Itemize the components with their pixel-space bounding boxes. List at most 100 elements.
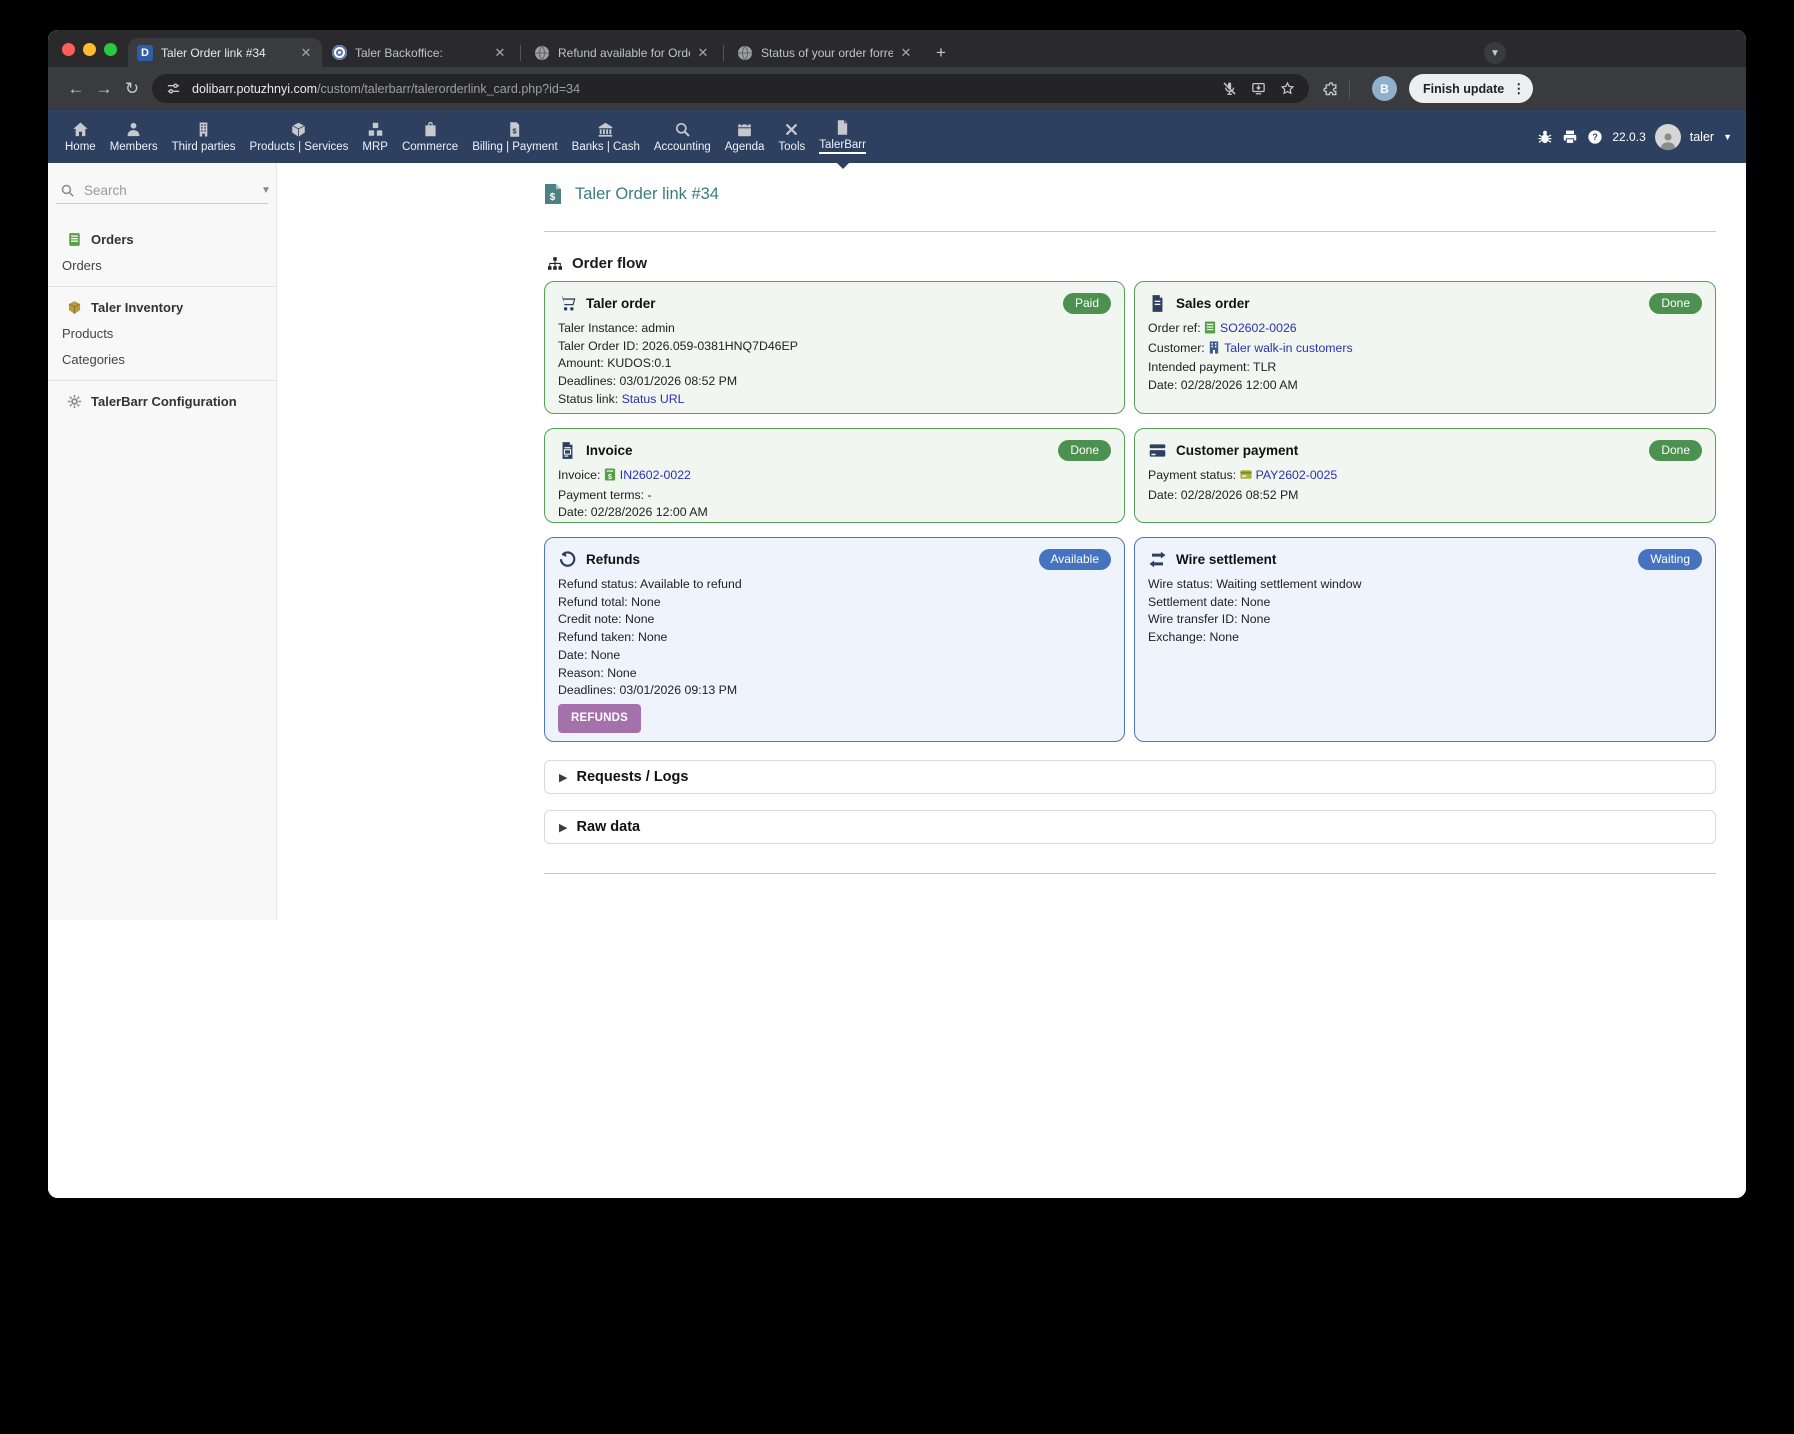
search-input[interactable] [84, 182, 261, 198]
nav-item-products-services[interactable]: Products | Services [243, 110, 356, 163]
nav-item-label: Commerce [401, 140, 459, 153]
card-title: Invoice [586, 442, 633, 458]
user-name-label[interactable]: taler [1690, 130, 1714, 144]
close-window-button[interactable] [62, 43, 75, 56]
site-info-icon[interactable] [166, 81, 181, 96]
svg-text:$: $ [550, 192, 556, 203]
bookmark-star-icon[interactable] [1280, 81, 1295, 96]
tab-separator [520, 44, 521, 61]
refunds-button[interactable]: REFUNDS [558, 703, 641, 733]
extensions-icon[interactable] [1323, 81, 1339, 97]
link-so2602-0026[interactable]: SO2602-0026 [1220, 321, 1297, 335]
main-content: $ Taler Order link #34 Order flow Taler … [277, 163, 1746, 1198]
tab-strip: D Taler Order link #34 ✕ Taler Backoffice: ✕… [48, 30, 1746, 67]
tab-status-of-your-order-forrefund[interactable]: Status of your order forrefund ✕ [728, 38, 922, 67]
print-icon[interactable] [1562, 129, 1578, 145]
card-taler-order: Taler order Paid Taler Instance: admin Tale… [544, 281, 1125, 414]
link-pay2602-0025[interactable]: PAY2602-0025 [1256, 468, 1338, 482]
forward-button[interactable]: → [90, 79, 118, 99]
sidebar-item-orders[interactable]: Orders [48, 253, 276, 279]
tab-separator [723, 44, 724, 61]
card-header: Taler order Paid [558, 292, 1111, 314]
nav-item-label: TalerBarr [819, 139, 866, 154]
nav-item-home[interactable]: Home [58, 110, 103, 163]
nav-item-third-parties[interactable]: Third parties [165, 110, 243, 163]
tab-refund-available-for-order-to[interactable]: Refund available for Order to ✕ [525, 38, 719, 67]
sidebar-item-categories[interactable]: Categories [48, 347, 276, 373]
billing-icon: $ [506, 121, 523, 138]
tab-close-icon[interactable]: ✕ [493, 45, 507, 61]
zoom-window-button[interactable] [104, 43, 117, 56]
tab-close-icon[interactable]: ✕ [696, 45, 710, 61]
nav-item-label: Home [65, 140, 96, 153]
minimize-window-button[interactable] [83, 43, 96, 56]
card-line: Status link: Status URL [558, 391, 685, 406]
install-app-icon[interactable] [1251, 81, 1266, 96]
expand-caret-icon: ▶ [559, 821, 568, 834]
nav-item-talerbarr[interactable]: TalerBarr [812, 110, 873, 169]
panel-requests-logs[interactable]: ▶ Requests / Logs [544, 760, 1716, 794]
accounting-icon [674, 121, 691, 138]
user-menu-caret-icon[interactable]: ▼ [1723, 132, 1732, 142]
panel-raw-data[interactable]: ▶ Raw data [544, 810, 1716, 844]
finish-update-button[interactable]: Finish update ⋮ [1409, 74, 1534, 103]
new-tab-button[interactable]: + [928, 40, 954, 66]
nav-item-billing-payment[interactable]: $ Billing | Payment [465, 110, 564, 163]
card-line: Wire transfer ID: None [1148, 612, 1271, 627]
card-lines: Taler Instance: admin Taler Order ID: 202… [558, 320, 1111, 409]
user-avatar[interactable] [1654, 123, 1681, 150]
link-status-url[interactable]: Status URL [622, 392, 685, 406]
browser-toolbar: ← → ↻ dolibarr.potuzhnyi.com/custom/tale… [48, 67, 1746, 110]
card-wire-settlement: Wire settlement Waiting Wire status: Waiti… [1134, 537, 1716, 742]
nav-item-label: MRP [362, 140, 388, 153]
card-sales-order: Sales order Done Order ref: SO2602-0026 Cus… [1134, 281, 1716, 414]
nav-item-banks-cash[interactable]: Banks | Cash [565, 110, 647, 163]
nav-item-commerce[interactable]: Commerce [395, 110, 465, 163]
desktop-background: { "colors": { "navy": "#2d4060", "teal":… [0, 0, 1794, 1434]
card-line: Date: 02/28/2026 08:52 PM [1148, 487, 1299, 502]
card-title: Wire settlement [1176, 551, 1277, 567]
browser-menu-icon[interactable]: ⋮ [1512, 81, 1525, 97]
link-taler-walk-in-customers[interactable]: Taler walk-in customers [1224, 341, 1352, 355]
tab-close-icon[interactable]: ✕ [899, 45, 913, 61]
sidebar-item-products[interactable]: Products [48, 321, 276, 347]
help-icon[interactable]: ? [1587, 129, 1603, 145]
sidebar-section-talerbarr-configuration[interactable]: TalerBarr Configuration [48, 387, 276, 415]
back-button[interactable]: ← [62, 79, 90, 99]
sidebar-section-orders[interactable]: Orders [48, 225, 276, 253]
card-line: Date: 02/28/2026 12:00 AM [1148, 378, 1298, 393]
order-flow-cards: Taler order Paid Taler Instance: admin Tale… [544, 281, 1716, 742]
agenda-icon [736, 121, 753, 138]
card-title: Taler order [586, 295, 656, 311]
window-controls [62, 43, 117, 56]
url-path: /custom/talerbarr/talerorderlink_card.ph… [317, 81, 581, 96]
bug-icon[interactable] [1537, 129, 1553, 145]
status-badge-waiting: Waiting [1638, 548, 1702, 570]
sidebar-search[interactable]: ▼ [56, 177, 271, 204]
browser-profile-avatar[interactable]: B [1372, 76, 1397, 101]
search-caret-icon[interactable]: ▼ [261, 185, 271, 196]
tab-search-button[interactable]: ▼ [1484, 42, 1506, 64]
card-title: Sales order [1176, 295, 1250, 311]
sidebar-section-taler-inventory[interactable]: Taler Inventory [48, 293, 276, 321]
tab-close-icon[interactable]: ✕ [299, 45, 313, 61]
commerce-icon [422, 121, 439, 138]
title-divider [544, 231, 1716, 232]
nav-item-members[interactable]: Members [103, 110, 165, 163]
tab-taler-order-link-34[interactable]: D Taler Order link #34 ✕ [128, 38, 322, 67]
nav-item-tools[interactable]: Tools [771, 110, 812, 163]
cart-icon [558, 294, 577, 313]
nav-item-agenda[interactable]: Agenda [718, 110, 772, 163]
spreadsheet-green-icon [67, 232, 82, 247]
nav-item-accounting[interactable]: Accounting [647, 110, 718, 163]
address-bar[interactable]: dolibarr.potuzhnyi.com/custom/talerbarr/… [152, 74, 1309, 103]
mic-off-icon[interactable] [1222, 81, 1237, 96]
card-lines: Payment status: PAY2602-0025 Date: 02/28/… [1148, 467, 1702, 504]
nav-item-label: Products | Services [249, 140, 349, 153]
reload-button[interactable]: ↻ [118, 79, 146, 99]
nav-item-mrp[interactable]: MRP [355, 110, 395, 163]
tab-taler-backoffice[interactable]: Taler Backoffice: ✕ [322, 38, 516, 67]
link-in2602-0022[interactable]: IN2602-0022 [620, 468, 691, 482]
panel-label: Raw data [576, 819, 641, 835]
tab-title: Taler Order link #34 [161, 45, 266, 60]
